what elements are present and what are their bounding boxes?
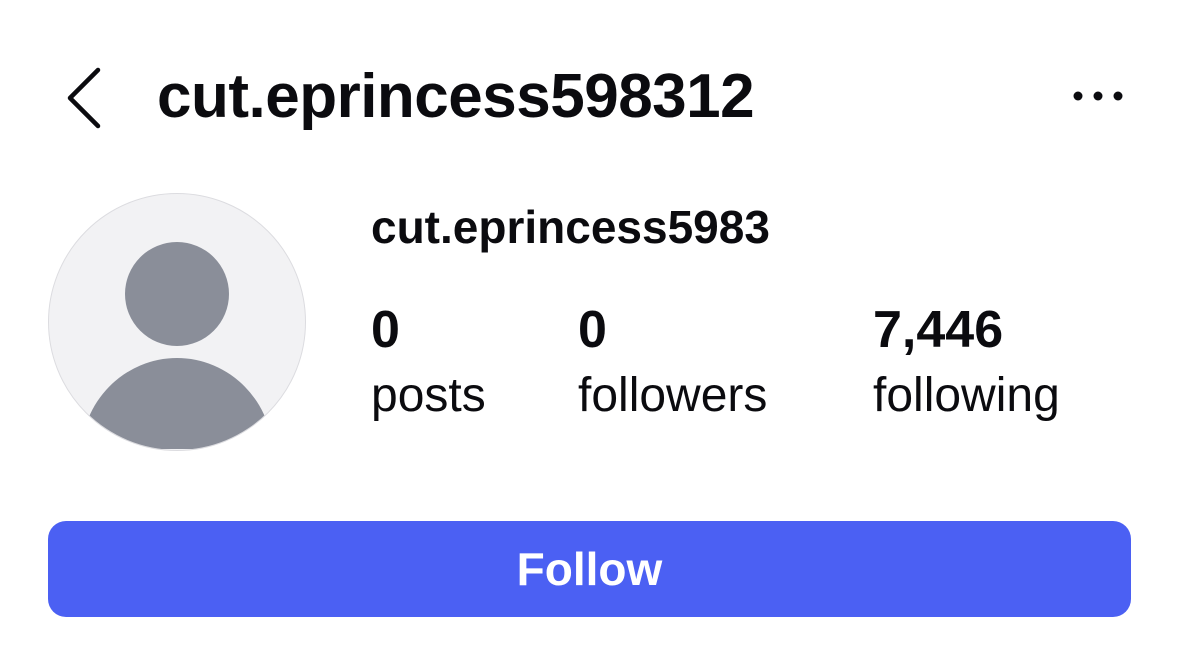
page-title: cut.eprincess598312	[157, 62, 755, 131]
following-label: following	[873, 369, 1060, 422]
following-count: 7,446	[873, 301, 1004, 359]
profile-display-name: cut.eprincess5983	[371, 201, 770, 253]
profile-header: cut.eprincess598312	[0, 0, 1179, 190]
follow-button[interactable]: Follow	[48, 521, 1131, 617]
posts-count: 0	[371, 301, 400, 359]
followers-count: 0	[578, 301, 607, 359]
following-stat[interactable]: 7,446 following	[873, 298, 1060, 430]
more-options-button[interactable]	[1058, 68, 1138, 124]
avatar[interactable]	[48, 193, 306, 451]
posts-label: posts	[371, 369, 486, 422]
followers-stat[interactable]: 0 followers	[578, 298, 767, 430]
posts-stat: 0 posts	[371, 298, 486, 430]
ellipsis-horizontal-icon	[1073, 91, 1123, 101]
followers-label: followers	[578, 369, 768, 422]
back-button[interactable]	[52, 58, 116, 138]
default-avatar-icon	[81, 242, 273, 449]
chevron-left-icon	[67, 67, 101, 129]
